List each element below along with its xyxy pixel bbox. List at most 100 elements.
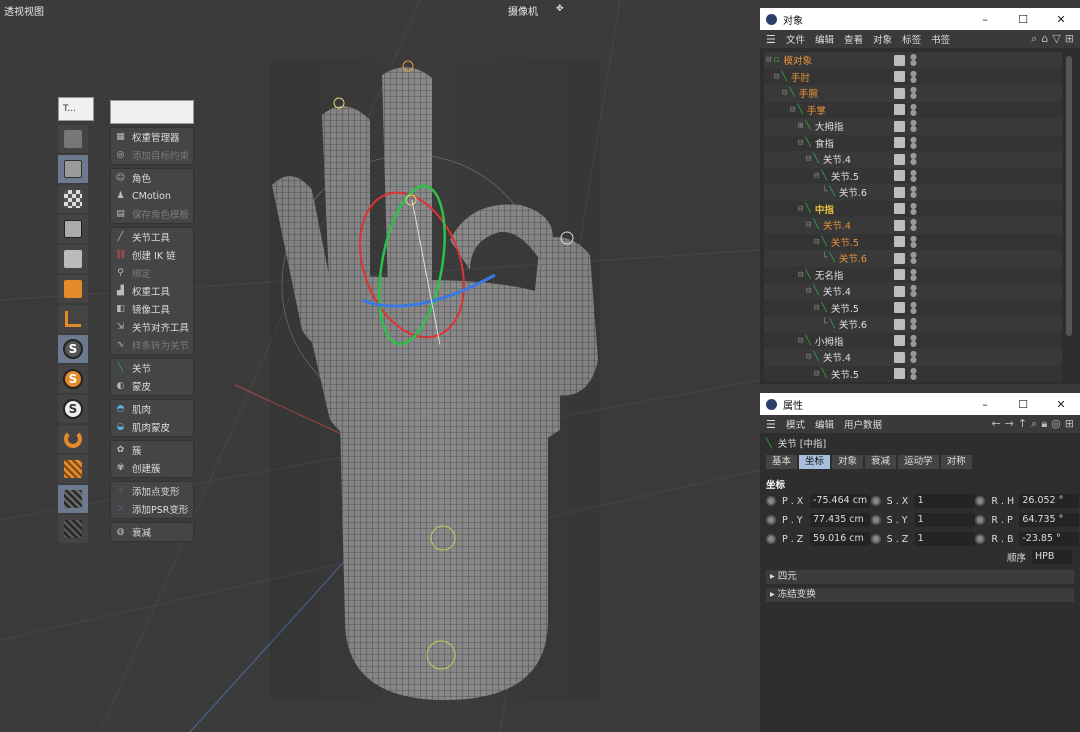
object-row[interactable]: ⊟ ╲ 关节.5 ● ●: [764, 300, 1062, 317]
expand-toggle-icon[interactable]: ⊞: [798, 121, 803, 131]
palette-menu-item[interactable]: ◒ 肌肉蒙皮: [111, 418, 193, 436]
close-button[interactable]: ✕: [1042, 398, 1080, 411]
visibility-dots-icon[interactable]: ● ●: [910, 119, 917, 133]
mesh-grid-orange-icon[interactable]: [58, 455, 88, 483]
visibility-dots-icon[interactable]: ● ●: [910, 152, 917, 166]
attribute-tab[interactable]: 衰减: [865, 455, 897, 469]
maximize-button[interactable]: ☐: [1004, 13, 1042, 26]
mesh-grid-lock-icon[interactable]: [58, 485, 88, 513]
palette-menu-item[interactable]: ◐ 蒙皮: [111, 377, 193, 395]
coord-value-input[interactable]: 1: [914, 532, 975, 546]
objects-titlebar[interactable]: 对象 – ☐ ✕: [760, 8, 1080, 30]
expand-toggle-icon[interactable]: ⊟: [798, 138, 803, 148]
coord-value-input[interactable]: 59.016 cm: [810, 532, 870, 546]
visibility-dots-icon[interactable]: ● ●: [910, 53, 917, 67]
back-arrow-icon[interactable]: ←: [991, 417, 1000, 431]
coord-value-input[interactable]: 77.435 cm: [810, 513, 870, 527]
cube-grey-icon[interactable]: [58, 245, 88, 273]
palette-menu-item[interactable]: ⁘ 添加点变形: [111, 482, 193, 500]
object-row[interactable]: ⊟ ╲ 关节.4 ● ●: [764, 151, 1062, 168]
character-tool-icon[interactable]: [58, 125, 88, 153]
rotation-order-select[interactable]: HPB: [1032, 550, 1072, 564]
menu-view[interactable]: 查看: [844, 32, 863, 46]
mesh-grid-dark-icon[interactable]: [58, 515, 88, 543]
menu-object[interactable]: 对象: [873, 32, 892, 46]
object-row[interactable]: ⊟ ╲ 手肘 ● ●: [764, 69, 1062, 86]
object-row[interactable]: ⊟ ╲ 关节.4 ● ●: [764, 349, 1062, 366]
expand-toggle-icon[interactable]: ⊟: [814, 237, 819, 247]
coord-value-input[interactable]: -75.464 cm: [810, 494, 870, 508]
visibility-dots-icon[interactable]: ● ●: [910, 69, 917, 83]
expand-toggle-icon[interactable]: ⊟: [814, 303, 819, 313]
object-row[interactable]: ⊟ ╲ 关节.5 ● ●: [764, 234, 1062, 251]
object-row[interactable]: └ ╲ 关节.6 ● ●: [764, 250, 1062, 267]
filter-icon[interactable]: ▽: [1052, 32, 1060, 46]
lock-icon[interactable]: 🔒︎: [1041, 417, 1047, 431]
expand-toggle-icon[interactable]: └: [822, 319, 827, 329]
layer-swatch-icon[interactable]: [894, 186, 905, 198]
visibility-dots-icon[interactable]: ● ●: [910, 317, 917, 331]
attribute-tab[interactable]: 坐标: [799, 455, 831, 469]
animate-radio[interactable]: [870, 515, 881, 525]
expand-toggle-icon[interactable]: └: [822, 253, 827, 263]
palette-menu-item[interactable]: ∿ 样条转为关节: [111, 336, 193, 354]
attribute-tab[interactable]: 基本: [766, 455, 798, 469]
menu-file[interactable]: 文件: [786, 32, 805, 46]
layer-swatch-icon[interactable]: [894, 302, 905, 314]
visibility-dots-icon[interactable]: ● ●: [910, 168, 917, 182]
object-row[interactable]: ⊟ ╲ 食指 ● ●: [764, 135, 1062, 152]
palette-menu-item[interactable]: ☺ 角色: [111, 169, 193, 187]
animate-radio[interactable]: [870, 534, 881, 544]
visibility-dots-icon[interactable]: ● ●: [910, 267, 917, 281]
hand-mesh[interactable]: [270, 60, 600, 700]
expand-toggle-icon[interactable]: ⊟: [790, 105, 795, 115]
palette-menu-item[interactable]: ✿ 簇: [111, 441, 193, 459]
attribute-tab[interactable]: 运动学: [898, 455, 939, 469]
palette-menu-item[interactable]: ⁙ 添加PSR变形: [111, 500, 193, 518]
palette-menu-item[interactable]: ╱ 关节工具: [111, 228, 193, 246]
layer-swatch-icon[interactable]: [894, 87, 905, 99]
palette-menu-item[interactable]: ◎ 添加目标约束: [111, 146, 193, 164]
attribute-tab[interactable]: 对称: [940, 455, 972, 469]
animate-radio[interactable]: [766, 515, 776, 525]
palette-menu-item[interactable]: ╲ 关节: [111, 359, 193, 377]
visibility-dots-icon[interactable]: ● ●: [910, 201, 917, 215]
layer-swatch-icon[interactable]: [894, 368, 905, 380]
palette-menu-item[interactable]: ▤ 保存角色模板: [111, 205, 193, 223]
menu-mode[interactable]: 模式: [786, 417, 805, 431]
expand-toggle-icon[interactable]: └: [822, 187, 827, 197]
visibility-dots-icon[interactable]: ● ●: [910, 284, 917, 298]
animate-radio[interactable]: [870, 496, 881, 506]
coord-value-input[interactable]: -23.85 °: [1019, 532, 1080, 546]
layer-swatch-icon[interactable]: [894, 137, 905, 149]
visibility-dots-icon[interactable]: ● ●: [910, 102, 917, 116]
layer-swatch-icon[interactable]: [894, 203, 905, 215]
visibility-dots-icon[interactable]: ● ●: [910, 350, 917, 364]
visibility-dots-icon[interactable]: ● ●: [910, 86, 917, 100]
close-button[interactable]: ✕: [1042, 13, 1080, 26]
cube-wire-icon[interactable]: [58, 215, 88, 243]
expand-toggle-icon[interactable]: ⊟: [814, 369, 819, 379]
collapse-quaternion[interactable]: ▸ 四元: [766, 570, 1074, 584]
expand-toggle-icon[interactable]: ⊟: [814, 171, 819, 181]
menu-bookmarks[interactable]: 书签: [931, 32, 950, 46]
s-white-icon[interactable]: S: [58, 395, 88, 423]
coord-value-input[interactable]: 64.735 °: [1019, 513, 1080, 527]
object-tree-scrollbar[interactable]: [1066, 56, 1072, 336]
object-row[interactable]: ⊟ ╲ 关节.4 ● ●: [764, 217, 1062, 234]
angle-tool-icon[interactable]: [58, 305, 88, 333]
coord-value-input[interactable]: 1: [914, 494, 975, 508]
object-tree[interactable]: ⊟ ▫ 模对象 ● ● ⊟ ╲ 手肘 ● ● ⊟ ╲ 手腕 ● ● ⊟ ╲ 手掌 ● ● ⊞ ╲ 大拇指 ● ● ⊟ ╲ 食指 ● ● ⊟ ╲…: [764, 52, 1062, 382]
palette-tab-a[interactable]: T...: [58, 97, 94, 121]
forward-arrow-icon[interactable]: →: [1005, 417, 1014, 431]
visibility-dots-icon[interactable]: ● ●: [910, 333, 917, 347]
maximize-button[interactable]: ☐: [1004, 398, 1042, 411]
hamburger-icon[interactable]: ☰: [766, 33, 778, 46]
animate-radio[interactable]: [766, 534, 776, 544]
collapse-freeze-transform[interactable]: ▸ 冻结变换: [766, 588, 1074, 602]
new-panel-icon[interactable]: ⊞: [1065, 417, 1074, 431]
object-row[interactable]: ⊟ ╲ 小拇指 ● ●: [764, 333, 1062, 350]
palette-menu-item[interactable]: ⇲ 关节对齐工具: [111, 318, 193, 336]
palette-menu-item[interactable]: ◓ 肌肉: [111, 400, 193, 418]
animate-radio[interactable]: [766, 496, 776, 506]
